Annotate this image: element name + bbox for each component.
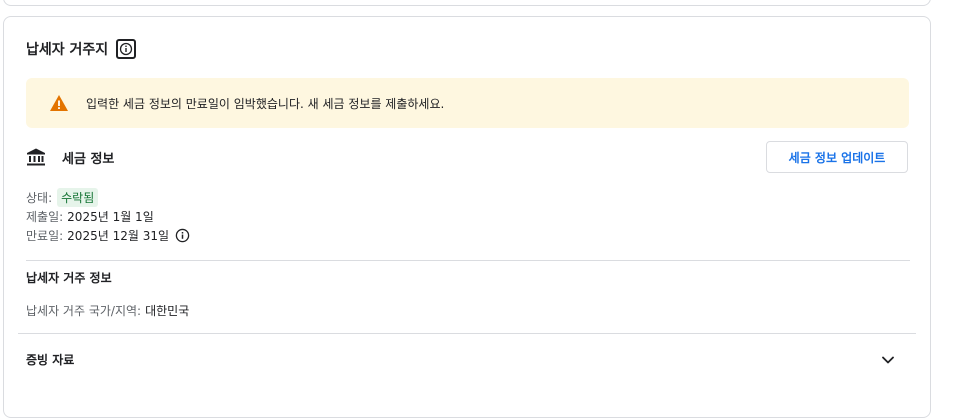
expiry-warning-banner: 입력한 세금 정보의 만료일이 임박했습니다. 새 세금 정보를 제출하세요. [26, 78, 909, 128]
info-icon[interactable] [116, 39, 137, 59]
submitted-value: 2025년 1월 1일 [67, 210, 154, 224]
tax-info-header: 세금 정보 [26, 147, 114, 167]
warning-triangle-icon [50, 95, 68, 111]
section-title: 납세자 거주지 [26, 42, 109, 58]
expiry-info-icon[interactable] [175, 228, 190, 243]
tax-info-label: 세금 정보 [62, 151, 115, 167]
expiry-row: 만료일: 2025년 12월 31일 [26, 227, 190, 244]
residency-info-title: 납세자 거주 정보 [26, 271, 112, 285]
evidence-title[interactable]: 증빙 자료 [26, 351, 74, 368]
expiry-label: 만료일: [26, 229, 64, 243]
residency-country-row: 납세자 거주 국가/지역: 대한민국 [26, 302, 189, 319]
residency-country-label: 납세자 거주 국가/지역: [26, 304, 142, 318]
section-divider [18, 333, 916, 334]
section-divider [26, 260, 910, 261]
residency-country-value: 대한민국 [145, 304, 190, 318]
bank-icon [27, 148, 45, 166]
section-header: 납세자 거주지 [26, 39, 137, 59]
warning-text: 입력한 세금 정보의 만료일이 임박했습니다. 새 세금 정보를 제출하세요. [86, 96, 445, 111]
chevron-down-icon[interactable] [880, 352, 896, 368]
submitted-label: 제출일: [26, 210, 64, 224]
status-row: 상태: 수락됨 [26, 188, 99, 207]
previous-card [3, 0, 931, 6]
expiry-value: 2025년 12월 31일 [67, 229, 169, 243]
status-badge: 수락됨 [57, 188, 99, 207]
submitted-row: 제출일: 2025년 1월 1일 [26, 208, 154, 225]
status-label: 상태: [26, 191, 53, 205]
taxpayer-residency-card: 납세자 거주지 입력한 세금 정보의 만료일이 임박했습니다. 새 세금 정보를… [3, 16, 931, 418]
update-tax-info-button[interactable]: 세금 정보 업데이트 [766, 141, 908, 173]
